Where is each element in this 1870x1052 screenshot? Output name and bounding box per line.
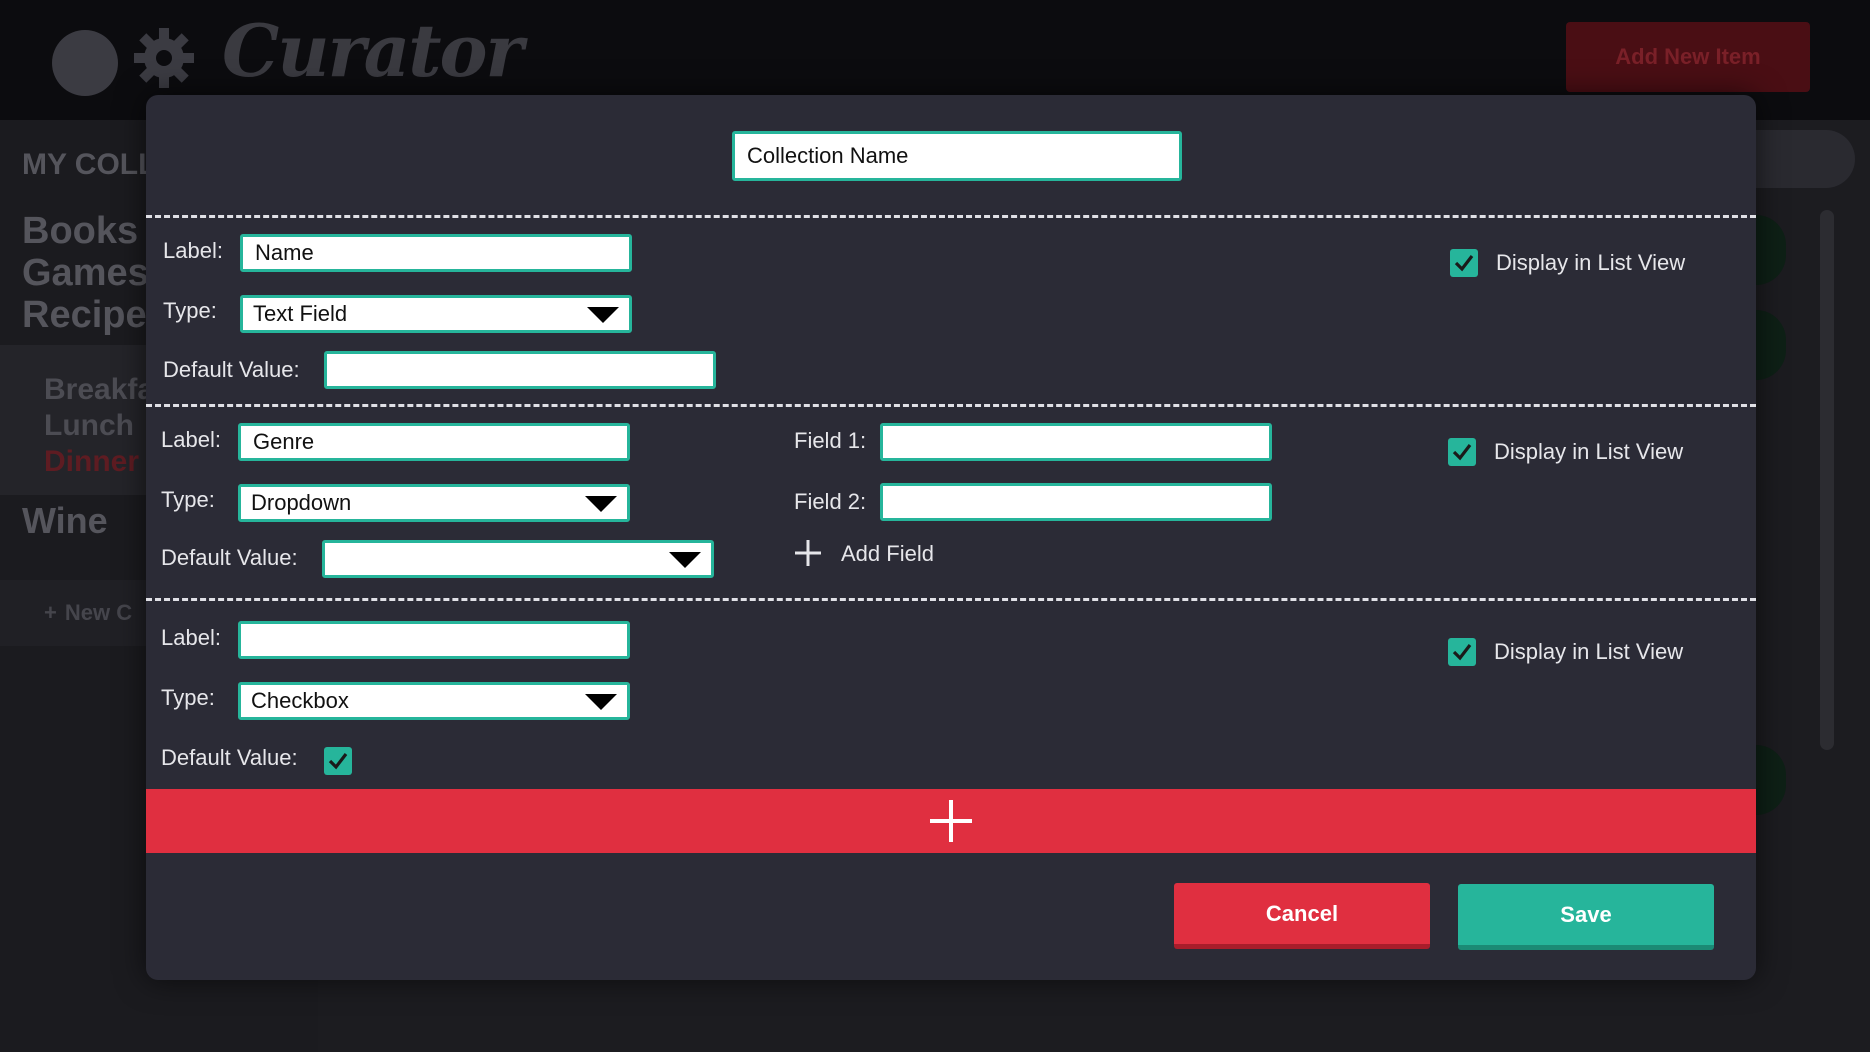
checkmark-icon <box>1452 444 1472 461</box>
chevron-down-icon <box>669 552 701 568</box>
section-divider <box>146 404 1756 407</box>
select-value: Checkbox <box>251 688 349 713</box>
field-2-default-select[interactable] <box>322 540 714 578</box>
chevron-down-icon <box>585 496 617 512</box>
default-value-caption: Default Value: <box>163 357 300 382</box>
display-in-list-view-label: Display in List View <box>1494 439 1684 464</box>
field-2-label-input[interactable] <box>238 423 630 461</box>
add-field-bar-button[interactable] <box>146 789 1756 853</box>
field-1-display-checkbox[interactable] <box>1450 249 1478 277</box>
sidebar-subitem-lunch[interactable]: Lunch <box>44 408 154 444</box>
section-divider <box>146 215 1756 218</box>
plus-icon <box>930 800 972 842</box>
chevron-down-icon <box>585 694 617 710</box>
scrollbar[interactable] <box>1820 210 1834 750</box>
section-divider <box>146 598 1756 601</box>
type-caption: Type: <box>161 487 215 512</box>
display-in-list-view-label: Display in List View <box>1496 250 1686 275</box>
option-field-1-input[interactable] <box>880 423 1272 461</box>
option-field-1-caption: Field 1: <box>794 428 867 453</box>
select-value: Dropdown <box>251 490 352 515</box>
display-in-list-view-label: Display in List View <box>1494 639 1684 664</box>
label-caption: Label: <box>161 427 221 452</box>
label-caption: Label: <box>161 625 221 650</box>
add-new-item-button[interactable]: Add New Item <box>1566 22 1810 92</box>
type-caption: Type: <box>163 298 217 323</box>
plus-icon[interactable] <box>794 539 822 567</box>
app-logo: Curator <box>222 8 523 93</box>
gear-icon[interactable] <box>132 26 196 90</box>
field-2-display-checkbox[interactable] <box>1448 438 1476 466</box>
sidebar-item-wine[interactable]: Wine <box>22 500 108 542</box>
field-3-type-select[interactable]: Checkbox <box>238 682 630 720</box>
field-3-label-input[interactable] <box>238 621 630 659</box>
checkmark-icon <box>1452 644 1472 661</box>
select-value: Text Field <box>253 301 348 326</box>
field-1-type-select[interactable]: Text Field <box>240 295 632 333</box>
cancel-button[interactable]: Cancel <box>1174 883 1430 949</box>
checkmark-icon <box>1454 255 1474 272</box>
checkmark-icon <box>328 753 348 770</box>
add-field-button[interactable]: Add Field <box>841 541 934 567</box>
option-field-2-input[interactable] <box>880 483 1272 521</box>
sidebar-subitem-breakfast[interactable]: Breakfa <box>44 372 154 408</box>
field-3-display-checkbox[interactable] <box>1448 638 1476 666</box>
field-3-default-checkbox[interactable] <box>324 747 352 775</box>
new-collection-label: New C <box>64 600 133 625</box>
sidebar-subitems: Breakfa Lunch Dinner <box>44 372 154 480</box>
field-1-label-input[interactable] <box>240 234 632 272</box>
option-field-2-caption: Field 2: <box>794 489 867 514</box>
chevron-down-icon <box>587 307 619 323</box>
sidebar-subitem-dinner[interactable]: Dinner <box>44 444 154 480</box>
default-value-caption: Default Value: <box>161 745 298 770</box>
plus-icon: + <box>44 600 57 625</box>
new-collection-button[interactable]: + New C <box>44 600 132 626</box>
save-button[interactable]: Save <box>1458 884 1714 950</box>
field-2-type-select[interactable]: Dropdown <box>238 484 630 522</box>
collection-name-input[interactable] <box>732 131 1182 181</box>
avatar[interactable] <box>52 30 118 96</box>
default-value-caption: Default Value: <box>161 545 298 570</box>
sidebar-title: MY COLL <box>22 148 157 181</box>
field-1-default-input[interactable] <box>324 351 716 389</box>
type-caption: Type: <box>161 685 215 710</box>
edit-collection-modal: Label: Type: Text Field Default Value: D… <box>146 95 1756 980</box>
label-caption: Label: <box>163 238 223 263</box>
